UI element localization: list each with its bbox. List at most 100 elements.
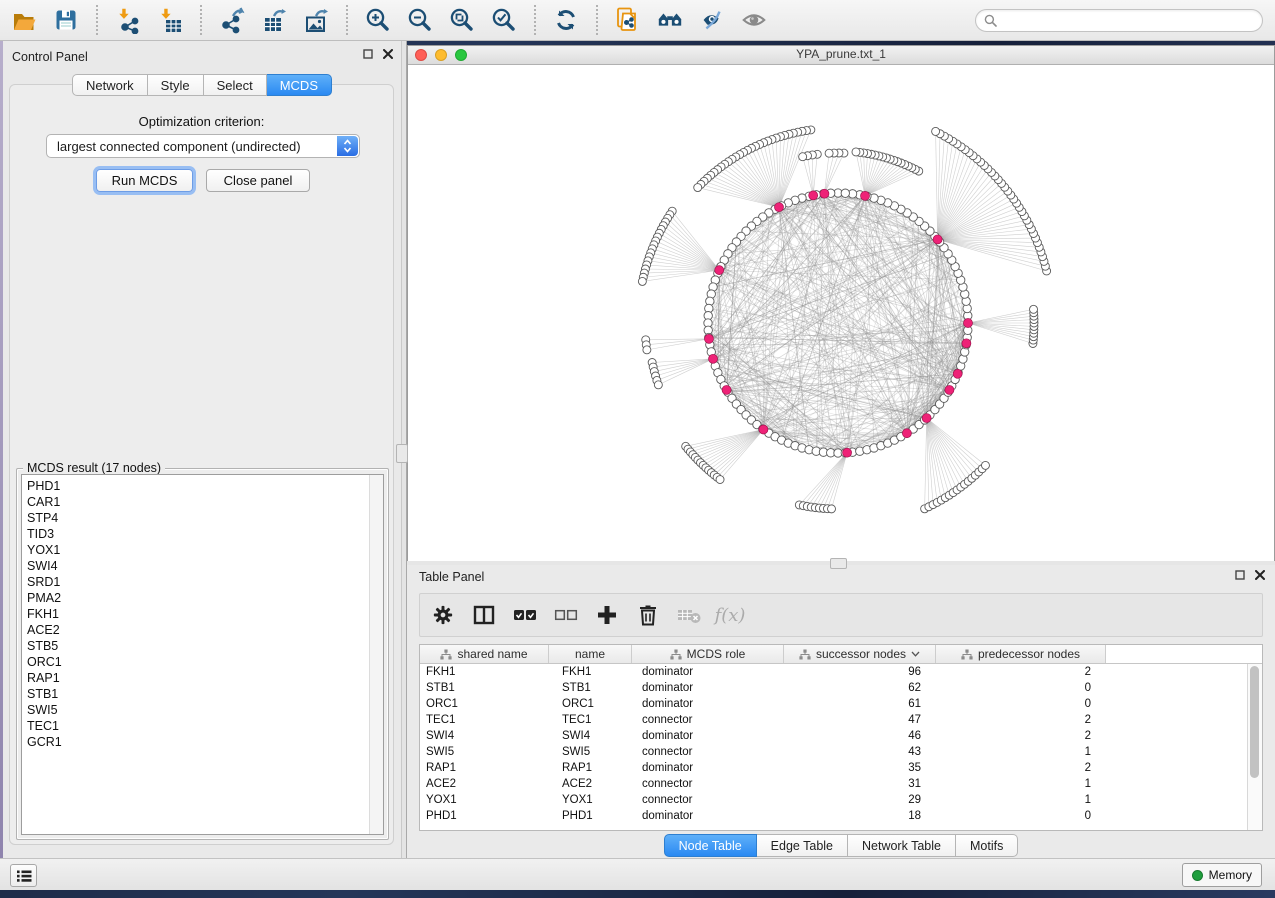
mcds-result-item[interactable]: FKH1 [27, 606, 383, 622]
cell-shared-name[interactable]: ORC1 [420, 698, 549, 710]
table-row[interactable]: TEC1TEC1connector472 [420, 712, 1262, 728]
column-settings-gear-icon[interactable] [430, 602, 456, 628]
table-row[interactable]: YOX1YOX1connector291 [420, 792, 1262, 808]
window-minimize-traffic-light[interactable] [435, 49, 447, 61]
cell-successor-nodes[interactable]: 96 [784, 666, 936, 678]
cell-successor-nodes[interactable]: 46 [784, 730, 936, 742]
table-row[interactable]: ACE2ACE2connector311 [420, 776, 1262, 792]
cell-successor-nodes[interactable]: 35 [784, 762, 936, 774]
tab-motifs[interactable]: Motifs [956, 834, 1018, 857]
hide-details-icon[interactable] [740, 6, 768, 34]
cell-name[interactable]: ORC1 [549, 698, 632, 710]
column-header-shared-name[interactable]: shared name [420, 645, 549, 663]
float-table-panel-icon[interactable] [1235, 570, 1245, 580]
cell-name[interactable]: ACE2 [549, 778, 632, 790]
cell-predecessor-nodes[interactable]: 0 [936, 682, 1106, 694]
node-table-scrollbar[interactable] [1247, 664, 1262, 830]
table-row[interactable]: PHD1PHD1dominator180 [420, 808, 1262, 824]
cell-mcds-role[interactable]: connector [632, 794, 784, 806]
tab-mcds[interactable]: MCDS [267, 74, 332, 96]
cell-predecessor-nodes[interactable]: 2 [936, 762, 1106, 774]
mcds-result-list[interactable]: PHD1CAR1STP4TID3YOX1SWI4SRD1PMA2FKH1ACE2… [21, 474, 384, 835]
cell-name[interactable]: RAP1 [549, 762, 632, 774]
graphics-details-icon[interactable] [698, 6, 726, 34]
cell-name[interactable]: SWI4 [549, 730, 632, 742]
mcds-result-item[interactable]: PHD1 [27, 478, 383, 494]
cell-successor-nodes[interactable]: 31 [784, 778, 936, 790]
cell-successor-nodes[interactable]: 61 [784, 698, 936, 710]
export-image-icon[interactable] [302, 6, 330, 34]
optimization-criterion-dropdown[interactable]: largest connected component (undirected) [46, 134, 360, 158]
cell-predecessor-nodes[interactable]: 1 [936, 746, 1106, 758]
open-file-icon[interactable] [10, 6, 38, 34]
mcds-result-item[interactable]: STB1 [27, 686, 383, 702]
select-all-rows-icon[interactable] [512, 602, 538, 628]
mcds-result-item[interactable]: RAP1 [27, 670, 383, 686]
cell-predecessor-nodes[interactable]: 2 [936, 666, 1106, 678]
cell-mcds-role[interactable]: dominator [632, 810, 784, 822]
table-row[interactable]: STB1STB1dominator620 [420, 680, 1262, 696]
refresh-view-icon[interactable] [552, 6, 580, 34]
tab-style[interactable]: Style [148, 74, 204, 96]
tab-edge-table[interactable]: Edge Table [757, 834, 848, 857]
zoom-in-icon[interactable] [364, 6, 392, 34]
cell-predecessor-nodes[interactable]: 1 [936, 794, 1106, 806]
tab-node-table[interactable]: Node Table [664, 834, 757, 857]
cell-shared-name[interactable]: PHD1 [420, 810, 549, 822]
cell-name[interactable]: YOX1 [549, 794, 632, 806]
column-header-name[interactable]: name [549, 645, 632, 663]
task-history-button[interactable] [10, 864, 37, 887]
cell-shared-name[interactable]: TEC1 [420, 714, 549, 726]
cell-shared-name[interactable]: SWI4 [420, 730, 549, 742]
cell-predecessor-nodes[interactable]: 0 [936, 810, 1106, 822]
cell-successor-nodes[interactable]: 43 [784, 746, 936, 758]
cell-successor-nodes[interactable]: 47 [784, 714, 936, 726]
cell-shared-name[interactable]: STB1 [420, 682, 549, 694]
float-panel-icon[interactable] [363, 49, 373, 59]
table-row[interactable]: SWI5SWI5connector431 [420, 744, 1262, 760]
add-column-icon[interactable] [594, 602, 620, 628]
node-table[interactable]: shared namenameMCDS rolesuccessor nodesp… [419, 644, 1263, 831]
search-box[interactable] [975, 9, 1263, 32]
tab-network[interactable]: Network [72, 74, 148, 96]
mcds-result-item[interactable]: TID3 [27, 526, 383, 542]
table-row[interactable]: FKH1FKH1dominator962 [420, 664, 1262, 680]
deselect-all-rows-icon[interactable] [553, 602, 579, 628]
first-neighbors-icon[interactable] [656, 6, 684, 34]
mcds-result-item[interactable]: ORC1 [27, 654, 383, 670]
zoom-fit-icon[interactable] [448, 6, 476, 34]
mcds-result-item[interactable]: ACE2 [27, 622, 383, 638]
cell-predecessor-nodes[interactable]: 2 [936, 714, 1106, 726]
mcds-result-item[interactable]: PMA2 [27, 590, 383, 606]
scrollbar-thumb[interactable] [1250, 666, 1259, 778]
tab-network-table[interactable]: Network Table [848, 834, 956, 857]
table-row[interactable]: SWI4SWI4dominator462 [420, 728, 1262, 744]
cell-name[interactable]: TEC1 [549, 714, 632, 726]
mcds-result-scrollbar[interactable] [369, 475, 383, 834]
export-table-icon[interactable] [260, 6, 288, 34]
column-header-successor-nodes[interactable]: successor nodes [784, 645, 936, 663]
cell-shared-name[interactable]: SWI5 [420, 746, 549, 758]
cell-predecessor-nodes[interactable]: 1 [936, 778, 1106, 790]
cell-mcds-role[interactable]: connector [632, 714, 784, 726]
cell-successor-nodes[interactable]: 18 [784, 810, 936, 822]
network-canvas[interactable] [408, 65, 1274, 562]
run-mcds-button[interactable]: Run MCDS [96, 169, 193, 192]
cell-mcds-role[interactable]: dominator [632, 762, 784, 774]
cell-name[interactable]: SWI5 [549, 746, 632, 758]
cell-successor-nodes[interactable]: 29 [784, 794, 936, 806]
column-header-predecessor-nodes[interactable]: predecessor nodes [936, 645, 1106, 663]
network-window-titlebar[interactable]: YPA_prune.txt_1 [408, 46, 1274, 65]
save-session-icon[interactable] [52, 6, 80, 34]
close-panel-icon[interactable] [383, 49, 393, 59]
cell-successor-nodes[interactable]: 62 [784, 682, 936, 694]
cell-mcds-role[interactable]: connector [632, 778, 784, 790]
mcds-result-item[interactable]: STP4 [27, 510, 383, 526]
close-panel-button[interactable]: Close panel [206, 169, 310, 192]
export-network-icon[interactable] [218, 6, 246, 34]
mcds-result-item[interactable]: CAR1 [27, 494, 383, 510]
show-columns-icon[interactable] [471, 602, 497, 628]
zoom-selected-icon[interactable] [490, 6, 518, 34]
cell-predecessor-nodes[interactable]: 0 [936, 698, 1106, 710]
import-table-icon[interactable] [156, 6, 184, 34]
